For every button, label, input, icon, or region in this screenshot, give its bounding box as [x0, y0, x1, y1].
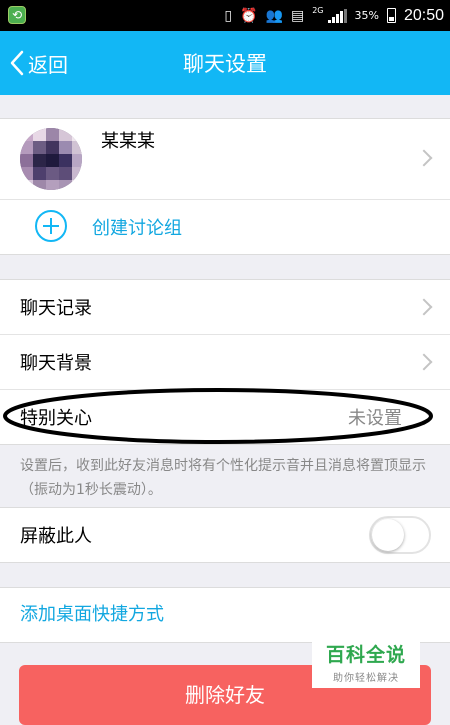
sim-icon: ▤	[290, 7, 305, 24]
chevron-right-icon	[415, 149, 433, 167]
chat-background-row[interactable]: 聊天背景	[0, 335, 450, 389]
add-shortcut-link[interactable]: 添加桌面快捷方式	[20, 600, 164, 626]
chevron-right-icon	[415, 408, 433, 426]
create-group-row[interactable]	[0, 200, 450, 254]
network-type-label: 2G	[312, 6, 324, 15]
watermark-title: 百科全说	[325, 644, 406, 666]
chat-background-label: 聊天背景	[20, 353, 92, 374]
chat-history-row[interactable]: 聊天记录	[0, 280, 450, 334]
delete-friend-label: 删除好友	[185, 682, 265, 707]
contact-name: 某某某	[101, 131, 155, 152]
page-title: 聊天设置	[183, 52, 267, 76]
block-toggle[interactable]	[369, 516, 431, 554]
alarm-icon: ⏰	[240, 7, 258, 24]
battery-icon	[386, 8, 396, 23]
avatar[interactable]	[20, 128, 82, 190]
watermark-logo: 百科全说 助你轻松解决	[312, 636, 420, 688]
block-label: 屏蔽此人	[20, 526, 92, 547]
chevron-right-icon	[415, 353, 433, 371]
status-icons: ▯ ⏰ 👥 ▤ 2G 35% 20:50	[224, 0, 444, 31]
toggle-knob	[372, 519, 404, 551]
signal-icon	[327, 8, 347, 23]
clock: 20:50	[403, 6, 444, 24]
nav-bar: 返回 聊天设置	[0, 31, 450, 95]
contacts-icon: 👥	[265, 7, 283, 24]
special-care-row[interactable]: 特别关心 未设置	[0, 390, 450, 444]
status-bar: ⟲ ▯ ⏰ 👥 ▤ 2G 35% 20:50	[0, 0, 450, 31]
special-care-value: 未设置	[348, 408, 402, 429]
watermark-subtitle: 助你轻松解决	[333, 673, 399, 684]
add-circle-icon	[35, 210, 67, 242]
create-group-label: 创建讨论组	[92, 218, 182, 239]
battery-percent: 35%	[354, 9, 379, 22]
vibrate-icon: ▯	[224, 7, 233, 24]
special-care-label: 特别关心	[20, 408, 92, 429]
chevron-right-icon	[415, 298, 433, 316]
app-notification-icon: ⟲	[8, 6, 26, 24]
special-care-hint: 设置后，收到此好友消息时将有个性化提示音并且消息将置顶显示（振动为1秒长震动）。	[20, 458, 426, 498]
chat-history-label: 聊天记录	[20, 298, 92, 319]
